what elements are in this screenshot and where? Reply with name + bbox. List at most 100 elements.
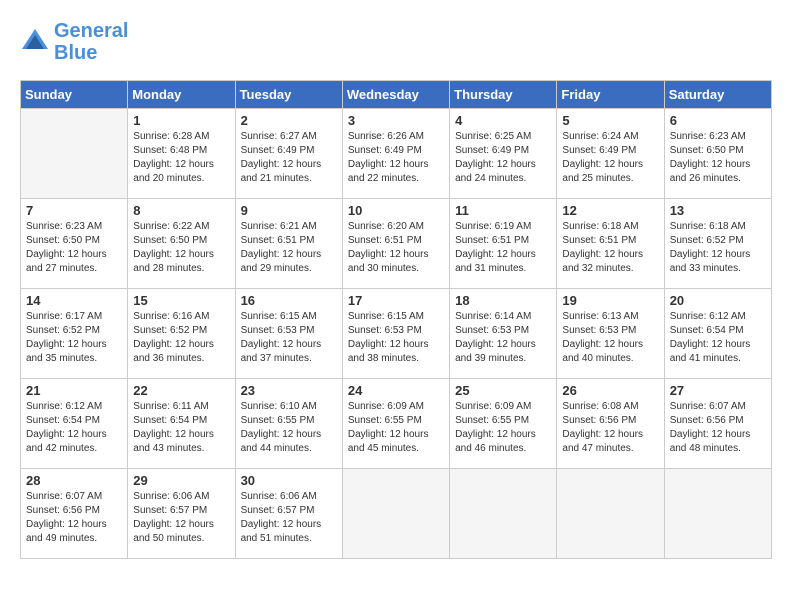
day-header-sunday: Sunday [21,81,128,109]
day-number: 19 [562,293,658,308]
calendar-cell [557,469,664,559]
day-number: 13 [670,203,766,218]
cell-info: Sunrise: 6:28 AM Sunset: 6:48 PM Dayligh… [133,130,229,186]
cell-info: Sunrise: 6:24 AM Sunset: 6:49 PM Dayligh… [562,130,658,186]
cell-info: Sunrise: 6:09 AM Sunset: 6:55 PM Dayligh… [348,400,444,456]
cell-info: Sunrise: 6:15 AM Sunset: 6:53 PM Dayligh… [348,310,444,366]
calendar-cell [342,469,449,559]
logo-text: General Blue [54,20,128,64]
day-header-wednesday: Wednesday [342,81,449,109]
cell-info: Sunrise: 6:08 AM Sunset: 6:56 PM Dayligh… [562,400,658,456]
day-header-monday: Monday [128,81,235,109]
calendar-cell: 4 Sunrise: 6:25 AM Sunset: 6:49 PM Daylig… [450,109,557,199]
calendar-cell: 10 Sunrise: 6:20 AM Sunset: 6:51 PM Dayli… [342,199,449,289]
day-number: 9 [241,203,337,218]
day-number: 16 [241,293,337,308]
cell-info: Sunrise: 6:06 AM Sunset: 6:57 PM Dayligh… [241,490,337,546]
calendar-cell: 3Sunrise: 6:26 AM Sunset: 6:49 PM Daylig… [342,109,449,199]
calendar-cell: 16 Sunrise: 6:15 AM Sunset: 6:53 PM Dayli… [235,289,342,379]
calendar-cell: 15Sunrise: 6:16 AM Sunset: 6:52 PM Dayli… [128,289,235,379]
calendar-week-1: 7 Sunrise: 6:23 AM Sunset: 6:50 PM Daylig… [21,199,772,289]
cell-info: Sunrise: 6:27 AM Sunset: 6:49 PM Dayligh… [241,130,337,186]
calendar-cell: 17 Sunrise: 6:15 AM Sunset: 6:53 PM Dayli… [342,289,449,379]
calendar-cell: 23Sunrise: 6:10 AM Sunset: 6:55 PM Dayli… [235,379,342,469]
calendar-cell: 6 Sunrise: 6:23 AM Sunset: 6:50 PM Daylig… [664,109,771,199]
cell-info: Sunrise: 6:14 AM Sunset: 6:53 PM Dayligh… [455,310,551,366]
calendar-cell [450,469,557,559]
calendar-week-2: 14 Sunrise: 6:17 AM Sunset: 6:52 PM Dayli… [21,289,772,379]
day-number: 10 [348,203,444,218]
calendar-header-row: SundayMondayTuesdayWednesdayThursdayFrid… [21,81,772,109]
calendar-cell: 13 Sunrise: 6:18 AM Sunset: 6:52 PM Dayli… [664,199,771,289]
day-header-saturday: Saturday [664,81,771,109]
day-number: 12 [562,203,658,218]
day-number: 18 [455,293,551,308]
day-number: 30 [241,473,337,488]
day-number: 4 [455,113,551,128]
day-header-friday: Friday [557,81,664,109]
day-header-tuesday: Tuesday [235,81,342,109]
cell-info: Sunrise: 6:12 AM Sunset: 6:54 PM Dayligh… [670,310,766,366]
calendar-cell: 20 Sunrise: 6:12 AM Sunset: 6:54 PM Dayli… [664,289,771,379]
day-number: 6 [670,113,766,128]
calendar-cell: 8Sunrise: 6:22 AM Sunset: 6:50 PM Daylig… [128,199,235,289]
calendar-cell: 21Sunrise: 6:12 AM Sunset: 6:54 PM Dayli… [21,379,128,469]
cell-info: Sunrise: 6:25 AM Sunset: 6:49 PM Dayligh… [455,130,551,186]
cell-info: Sunrise: 6:18 AM Sunset: 6:51 PM Dayligh… [562,220,658,276]
cell-info: Sunrise: 6:23 AM Sunset: 6:50 PM Dayligh… [26,220,122,276]
cell-info: Sunrise: 6:15 AM Sunset: 6:53 PM Dayligh… [241,310,337,366]
day-number: 26 [562,383,658,398]
cell-info: Sunrise: 6:18 AM Sunset: 6:52 PM Dayligh… [670,220,766,276]
cell-info: Sunrise: 6:21 AM Sunset: 6:51 PM Dayligh… [241,220,337,276]
calendar-cell: 26 Sunrise: 6:08 AM Sunset: 6:56 PM Dayli… [557,379,664,469]
calendar-body: 1 Sunrise: 6:28 AM Sunset: 6:48 PM Daylig… [21,109,772,559]
calendar-cell: 19 Sunrise: 6:13 AM Sunset: 6:53 PM Dayli… [557,289,664,379]
calendar-cell: 25 Sunrise: 6:09 AM Sunset: 6:55 PM Dayli… [450,379,557,469]
calendar-table: SundayMondayTuesdayWednesdayThursdayFrid… [20,80,772,559]
day-number: 5 [562,113,658,128]
day-number: 14 [26,293,122,308]
calendar-cell: 28Sunrise: 6:07 AM Sunset: 6:56 PM Dayli… [21,469,128,559]
calendar-cell: 29 Sunrise: 6:06 AM Sunset: 6:57 PM Dayli… [128,469,235,559]
cell-info: Sunrise: 6:20 AM Sunset: 6:51 PM Dayligh… [348,220,444,276]
calendar-cell: 22 Sunrise: 6:11 AM Sunset: 6:54 PM Dayli… [128,379,235,469]
calendar-cell: 9 Sunrise: 6:21 AM Sunset: 6:51 PM Daylig… [235,199,342,289]
calendar-week-3: 21Sunrise: 6:12 AM Sunset: 6:54 PM Dayli… [21,379,772,469]
calendar-cell: 24Sunrise: 6:09 AM Sunset: 6:55 PM Dayli… [342,379,449,469]
calendar-cell: 18 Sunrise: 6:14 AM Sunset: 6:53 PM Dayli… [450,289,557,379]
calendar-cell: 27 Sunrise: 6:07 AM Sunset: 6:56 PM Dayli… [664,379,771,469]
day-number: 22 [133,383,229,398]
day-number: 20 [670,293,766,308]
day-number: 15 [133,293,229,308]
page-header: General Blue [20,20,772,64]
calendar-cell: 7 Sunrise: 6:23 AM Sunset: 6:50 PM Daylig… [21,199,128,289]
calendar-week-0: 1 Sunrise: 6:28 AM Sunset: 6:48 PM Daylig… [21,109,772,199]
cell-info: Sunrise: 6:19 AM Sunset: 6:51 PM Dayligh… [455,220,551,276]
cell-info: Sunrise: 6:11 AM Sunset: 6:54 PM Dayligh… [133,400,229,456]
day-number: 17 [348,293,444,308]
day-header-thursday: Thursday [450,81,557,109]
cell-info: Sunrise: 6:09 AM Sunset: 6:55 PM Dayligh… [455,400,551,456]
cell-info: Sunrise: 6:17 AM Sunset: 6:52 PM Dayligh… [26,310,122,366]
calendar-cell [664,469,771,559]
logo: General Blue [20,20,128,64]
calendar-cell: 11Sunrise: 6:19 AM Sunset: 6:51 PM Dayli… [450,199,557,289]
day-number: 23 [241,383,337,398]
day-number: 29 [133,473,229,488]
calendar-cell: 30 Sunrise: 6:06 AM Sunset: 6:57 PM Dayli… [235,469,342,559]
day-number: 25 [455,383,551,398]
day-number: 21 [26,383,122,398]
day-number: 7 [26,203,122,218]
cell-info: Sunrise: 6:23 AM Sunset: 6:50 PM Dayligh… [670,130,766,186]
day-number: 3 [348,113,444,128]
cell-info: Sunrise: 6:06 AM Sunset: 6:57 PM Dayligh… [133,490,229,546]
day-number: 27 [670,383,766,398]
calendar-cell [21,109,128,199]
day-number: 1 [133,113,229,128]
cell-info: Sunrise: 6:07 AM Sunset: 6:56 PM Dayligh… [670,400,766,456]
day-number: 2 [241,113,337,128]
calendar-cell: 1 Sunrise: 6:28 AM Sunset: 6:48 PM Daylig… [128,109,235,199]
calendar-cell: 12 Sunrise: 6:18 AM Sunset: 6:51 PM Dayli… [557,199,664,289]
cell-info: Sunrise: 6:13 AM Sunset: 6:53 PM Dayligh… [562,310,658,366]
calendar-week-4: 28Sunrise: 6:07 AM Sunset: 6:56 PM Dayli… [21,469,772,559]
